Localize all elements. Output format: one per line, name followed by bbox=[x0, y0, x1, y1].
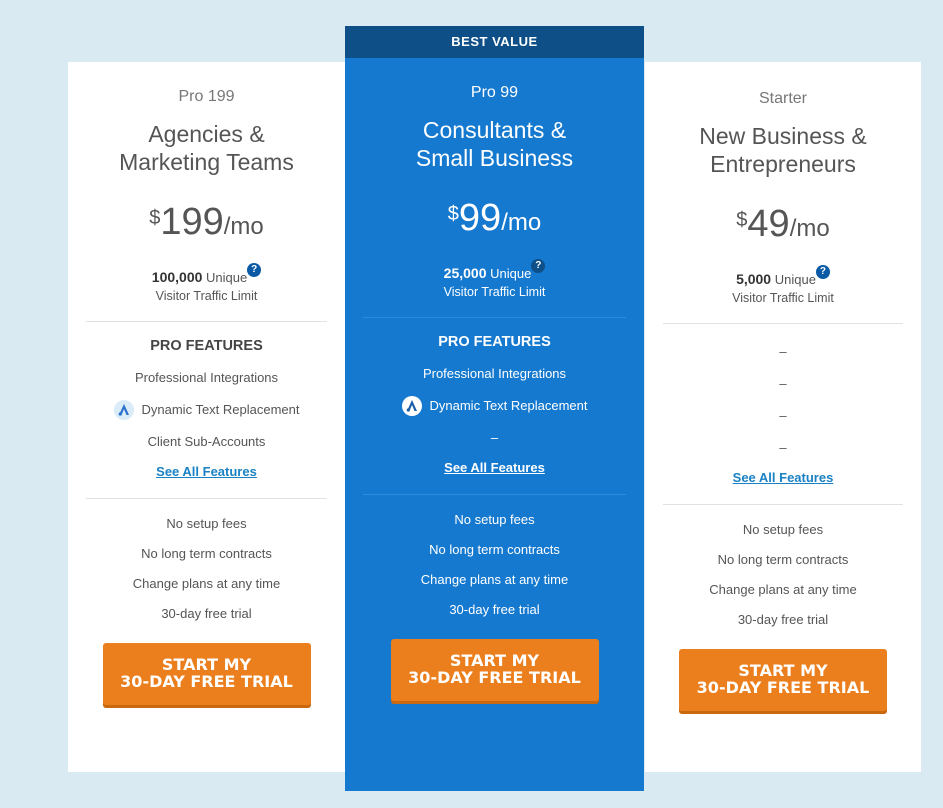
features-title: PRO FEATURES bbox=[438, 334, 551, 350]
help-icon[interactable]: ? bbox=[815, 265, 830, 279]
feature-list: – – – – bbox=[645, 336, 921, 464]
adwords-icon bbox=[113, 399, 134, 420]
audience-line: Consultants & bbox=[422, 117, 567, 143]
divider bbox=[363, 317, 626, 318]
divider bbox=[86, 498, 327, 499]
term-item: No long term contracts bbox=[141, 546, 272, 561]
feature-item: Professional Integrations bbox=[422, 366, 567, 381]
audience-line: Entrepreneurs bbox=[710, 151, 856, 177]
price-amount: 199 bbox=[160, 201, 224, 243]
feature-placeholder: – bbox=[779, 440, 787, 455]
terms-list: No setup fees No long term contracts Cha… bbox=[645, 515, 921, 635]
audience-line: Agencies & bbox=[148, 121, 265, 147]
plan-audience: Agencies & Marketing Teams bbox=[68, 120, 345, 176]
best-value-banner: BEST VALUE bbox=[345, 26, 644, 58]
plan-card-starter: Starter New Business & Entrepreneurs $49… bbox=[645, 62, 921, 772]
traffic-limit-label: Visitor Traffic Limit bbox=[732, 291, 834, 305]
help-icon[interactable]: ? bbox=[531, 259, 546, 273]
unique-label: Unique bbox=[490, 266, 532, 281]
cta-line: START MY bbox=[738, 661, 828, 680]
term-item: 30-day free trial bbox=[161, 606, 252, 621]
price-period: /mo bbox=[501, 209, 542, 236]
audience-line: New Business & bbox=[699, 123, 867, 149]
cta-line: 30-DAY FREE TRIAL bbox=[696, 678, 870, 697]
traffic-limit-label: Visitor Traffic Limit bbox=[155, 289, 258, 303]
price-period: /mo bbox=[223, 213, 264, 240]
unique-label: Unique bbox=[774, 272, 816, 287]
currency-symbol: $ bbox=[447, 203, 459, 225]
adwords-icon bbox=[401, 395, 422, 416]
visitor-count: 5,000 bbox=[736, 271, 772, 287]
cta-line: 30-DAY FREE TRIAL bbox=[408, 668, 581, 687]
plan-price: $49/mo bbox=[645, 204, 921, 249]
currency-symbol: $ bbox=[736, 209, 748, 231]
feature-item: Dynamic Text Replacement bbox=[345, 390, 644, 422]
feature-item: Client Sub-Accounts bbox=[147, 434, 266, 449]
feature-label: Dynamic Text Replacement bbox=[429, 398, 588, 413]
plan-price: $199/mo bbox=[68, 202, 345, 247]
divider bbox=[363, 494, 626, 495]
see-all-features-link[interactable]: See All Features bbox=[645, 464, 921, 494]
price-amount: 99 bbox=[458, 197, 502, 239]
feature-label: Dynamic Text Replacement bbox=[141, 402, 300, 417]
see-all-features-link[interactable]: See All Features bbox=[345, 454, 644, 484]
term-item: No setup fees bbox=[166, 516, 247, 531]
term-item: No setup fees bbox=[454, 512, 535, 527]
visitor-count: 25,000 bbox=[443, 265, 487, 281]
traffic-limit: 25,000 Unique? Visitor Traffic Limit bbox=[345, 259, 644, 299]
feature-list: Professional Integrations Dynamic Text R… bbox=[345, 358, 644, 454]
price-amount: 49 bbox=[747, 203, 790, 245]
traffic-limit: 100,000 Unique? Visitor Traffic Limit bbox=[68, 263, 345, 303]
term-item: No long term contracts bbox=[717, 552, 849, 567]
start-trial-button[interactable]: START MY 30-DAY FREE TRIAL bbox=[390, 639, 599, 701]
term-item: No setup fees bbox=[742, 522, 824, 537]
term-item: Change plans at any time bbox=[132, 576, 281, 591]
terms-list: No setup fees No long term contracts Cha… bbox=[345, 505, 644, 625]
plan-price: $99/mo bbox=[345, 198, 644, 243]
term-item: 30-day free trial bbox=[737, 612, 829, 627]
plan-name: Pro 99 bbox=[470, 84, 519, 101]
features-title: PRO FEATURES bbox=[150, 338, 263, 354]
currency-symbol: $ bbox=[149, 207, 161, 229]
see-all-features-link[interactable]: See All Features bbox=[68, 458, 345, 488]
help-icon[interactable]: ? bbox=[247, 263, 262, 277]
feature-item: – bbox=[490, 430, 499, 445]
plan-name: Starter bbox=[758, 90, 807, 107]
plan-name: Pro 199 bbox=[178, 88, 235, 105]
feature-item: Dynamic Text Replacement bbox=[68, 394, 345, 426]
feature-placeholder: – bbox=[779, 408, 787, 423]
audience-line: Small Business bbox=[415, 145, 574, 171]
feature-placeholder: – bbox=[779, 344, 787, 359]
plan-card-pro-99: BEST VALUE Pro 99 Consultants & Small Bu… bbox=[345, 26, 644, 791]
traffic-limit-label: Visitor Traffic Limit bbox=[443, 285, 546, 299]
unique-label: Unique bbox=[206, 270, 248, 285]
audience-line: Marketing Teams bbox=[119, 149, 294, 175]
plan-audience: New Business & Entrepreneurs bbox=[645, 122, 921, 178]
divider bbox=[663, 323, 903, 324]
plan-card-pro-199: Pro 199 Agencies & Marketing Teams $199/… bbox=[68, 62, 345, 772]
term-item: Change plans at any time bbox=[420, 572, 569, 587]
feature-item: Professional Integrations bbox=[134, 370, 279, 385]
plan-audience: Consultants & Small Business bbox=[345, 116, 644, 172]
cta-line: START MY bbox=[161, 655, 252, 674]
cta-line: 30-DAY FREE TRIAL bbox=[120, 672, 293, 691]
divider bbox=[86, 321, 327, 322]
start-trial-button[interactable]: START MY 30-DAY FREE TRIAL bbox=[679, 649, 887, 711]
term-item: 30-day free trial bbox=[449, 602, 540, 617]
term-item: No long term contracts bbox=[429, 542, 560, 557]
cta-line: START MY bbox=[449, 651, 540, 670]
feature-placeholder: – bbox=[779, 376, 787, 391]
traffic-limit: 5,000 Unique? Visitor Traffic Limit bbox=[645, 265, 921, 305]
visitor-count: 100,000 bbox=[151, 269, 203, 285]
price-period: /mo bbox=[789, 215, 830, 242]
divider bbox=[663, 504, 903, 505]
terms-list: No setup fees No long term contracts Cha… bbox=[68, 509, 345, 629]
feature-list: Professional Integrations Dynamic Text R… bbox=[68, 362, 345, 458]
term-item: Change plans at any time bbox=[709, 582, 857, 597]
start-trial-button[interactable]: START MY 30-DAY FREE TRIAL bbox=[102, 643, 311, 705]
